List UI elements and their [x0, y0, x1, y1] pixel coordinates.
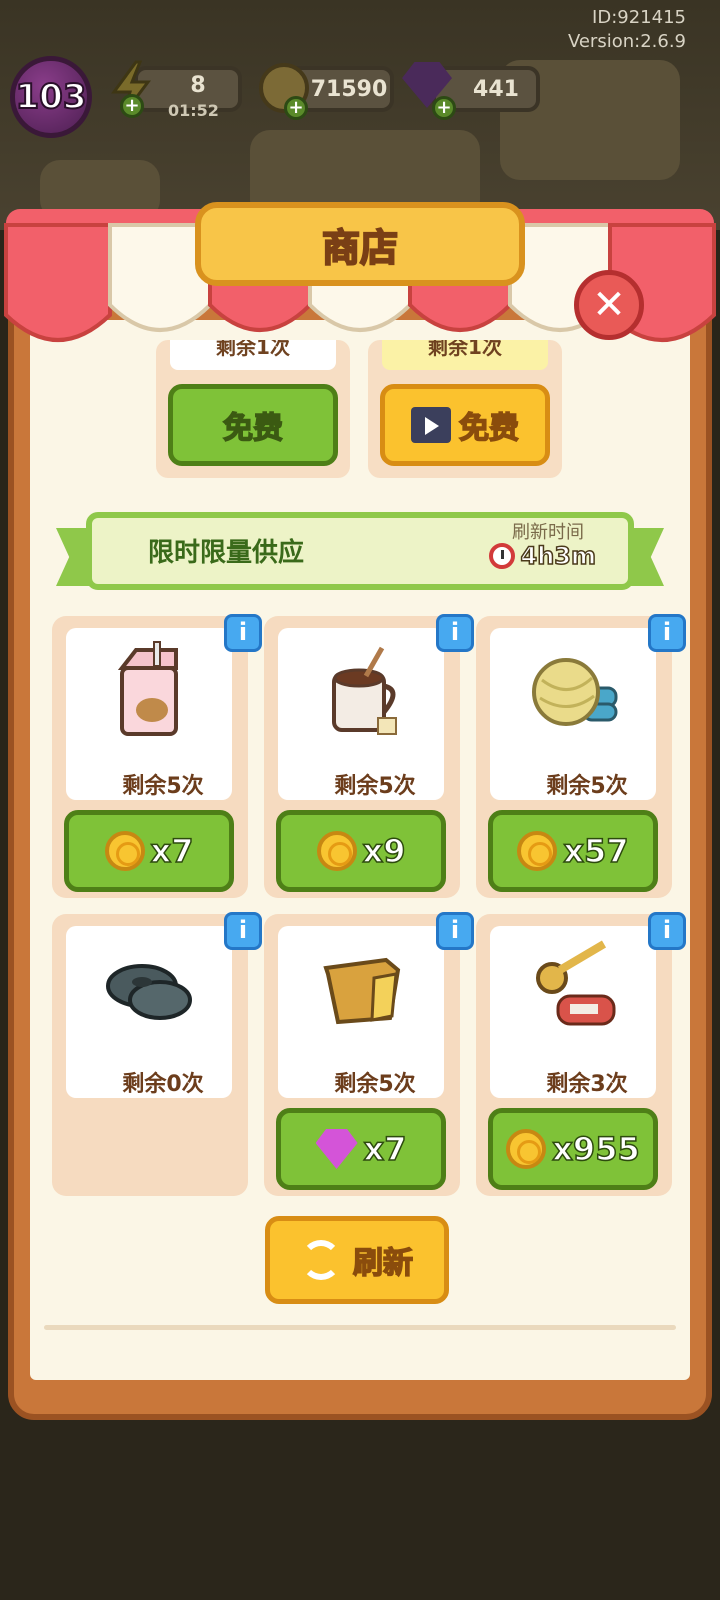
item-price: x7 — [363, 1129, 407, 1169]
limited-supply-title: 限时限量供应 — [148, 538, 305, 568]
item-remaining: 剩余5次 — [334, 774, 416, 799]
item-image-box: 剩余3次 — [490, 926, 656, 1098]
free-claim-button[interactable]: 免费 — [168, 384, 338, 466]
item-image-box: 剩余5次 — [66, 628, 232, 800]
coin-icon — [104, 831, 145, 871]
item-image-box: 剩余5次 — [278, 926, 444, 1098]
energy-timer: 01:52 — [168, 101, 219, 120]
panel-divider — [44, 1325, 676, 1330]
refresh-button[interactable]: 刷新 — [265, 1216, 449, 1304]
item-remaining: 剩余5次 — [546, 774, 628, 799]
info-icon[interactable]: i — [224, 912, 262, 950]
info-icon[interactable]: i — [436, 614, 474, 652]
milk-carton-icon — [117, 641, 178, 736]
refresh-timer: 4h3m — [488, 541, 597, 571]
info-icon[interactable]: i — [436, 912, 474, 950]
buy-button[interactable]: x57 — [488, 810, 658, 892]
yarn-ball-icon — [532, 658, 618, 726]
shop-title: 商店 — [321, 225, 399, 271]
version-label: Version:2.6.9 — [567, 31, 686, 52]
add-gems-icon[interactable]: + — [432, 96, 456, 120]
cardboard-box-icon — [323, 957, 401, 1025]
close-button[interactable]: ✕ — [574, 270, 644, 340]
item-price: x9 — [362, 831, 406, 871]
build-info: ID:921415 Version:2.6.9 — [568, 6, 686, 54]
gem-value: 441 — [473, 76, 519, 102]
player-level-badge[interactable]: 103 — [10, 56, 92, 138]
gem-icon — [315, 1129, 358, 1169]
item-price: x7 — [150, 831, 194, 871]
shop-item-pucks-sold-out: 剩余0次 i — [52, 912, 262, 1196]
hot-chocolate-icon — [332, 646, 397, 735]
key-icon — [536, 940, 616, 1026]
limited-supply-banner: 限时限量供应 刷新时间 4h3m — [56, 508, 664, 596]
shop-item-box: 剩余5次 i x7 — [264, 912, 474, 1196]
buy-button[interactable]: x7 — [276, 1108, 446, 1190]
item-price: x955 — [552, 1129, 641, 1169]
clock-icon — [488, 543, 515, 569]
add-coins-icon[interactable]: + — [284, 96, 308, 120]
shop-item-milk: 剩余5次 i x7 — [52, 614, 262, 898]
item-remaining: 剩余0次 — [122, 1072, 204, 1097]
item-price: x57 — [563, 831, 630, 871]
info-icon[interactable]: i — [224, 614, 262, 652]
refresh-time-label: 刷新时间 — [512, 522, 584, 543]
player-id: ID:921415 — [592, 7, 686, 28]
coin-icon — [517, 831, 558, 871]
hockey-puck-icon — [106, 964, 192, 1020]
player-level: 103 — [15, 76, 88, 118]
shop-item-key: 剩余3次 i x955 — [476, 912, 686, 1196]
item-image-box: 剩余5次 — [490, 628, 656, 800]
item-remaining: 剩余5次 — [334, 1072, 416, 1097]
buy-button[interactable]: x9 — [276, 810, 446, 892]
buy-button[interactable]: x955 — [488, 1108, 658, 1190]
add-energy-icon[interactable]: + — [120, 94, 144, 118]
free-claim-label: 免费 — [222, 410, 284, 447]
buy-button[interactable]: x7 — [64, 810, 234, 892]
energy-value: 8 — [190, 72, 206, 98]
close-icon: ✕ — [592, 282, 626, 328]
watch-ad-label: 免费 — [458, 410, 520, 447]
background-floor — [0, 1410, 720, 1600]
item-remaining: 剩余5次 — [122, 774, 204, 799]
coin-icon — [506, 1129, 547, 1169]
info-icon[interactable]: i — [648, 614, 686, 652]
refresh-time-value: 4h3m — [520, 541, 597, 571]
item-image-box: 剩余0次 — [66, 926, 232, 1098]
shop-item-yarn: 剩余5次 i x57 — [476, 614, 686, 898]
item-remaining: 剩余3次 — [546, 1072, 628, 1097]
shop-title-plaque: 商店 — [195, 202, 525, 286]
item-image-box: 剩余5次 — [278, 628, 444, 800]
coin-value: 71590 — [310, 76, 388, 102]
refresh-button-label: 刷新 — [352, 1245, 414, 1282]
coin-icon — [316, 831, 357, 871]
refresh-icon — [301, 1240, 341, 1280]
info-icon[interactable]: i — [648, 912, 686, 950]
clapperboard-icon — [411, 407, 451, 443]
watch-ad-free-button[interactable]: 免费 — [380, 384, 550, 466]
shop-item-hot-chocolate: 剩余5次 i x9 — [264, 614, 474, 898]
